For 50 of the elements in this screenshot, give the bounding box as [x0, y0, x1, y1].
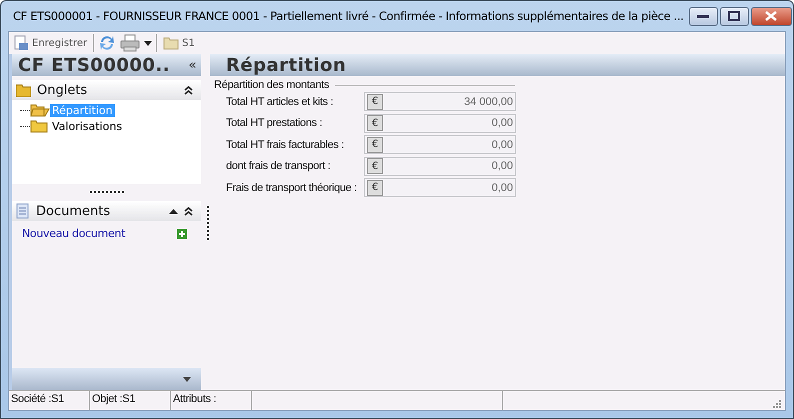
field-label: Total HT prestations : [226, 117, 324, 130]
field-label: Frais de transport théorique : [226, 182, 358, 194]
double-chevron-icon [184, 206, 193, 216]
maximize-button[interactable] [720, 6, 749, 26]
amount-field[interactable]: € 0,00 [364, 156, 516, 176]
section-header[interactable]: Documents [12, 201, 201, 221]
currency-icon: € [367, 94, 383, 110]
add-icon[interactable] [177, 228, 187, 238]
window-title: CF ETS000001 - FOURNISSEUR FRANCE 0001 - Partiellement livré - Confirmée - Informations supplémentaires de la pièce ... [13, 9, 684, 23]
group-title: Répartition des montants [214, 79, 330, 91]
field-label: dont frais de transport : [226, 160, 332, 172]
folder-button[interactable]: S1 [161, 36, 197, 50]
amount-field[interactable]: € 0,00 [364, 178, 516, 198]
resize-grip-icon [771, 398, 781, 408]
currency-icon: € [367, 180, 383, 196]
document-icon [13, 35, 29, 51]
minimize-button[interactable] [688, 6, 718, 26]
folder-icon [30, 103, 50, 117]
status-text: Attributs : [171, 391, 252, 410]
status-text: Objet :S1 [90, 391, 171, 410]
collapse-icon[interactable]: « [188, 58, 197, 72]
amount-field[interactable]: € 34 000,00 [364, 92, 516, 112]
chevron-up-icon [169, 208, 178, 214]
amount-field[interactable]: € 0,00 [364, 114, 516, 133]
maximize-icon [728, 11, 740, 21]
folder-icon [30, 119, 50, 133]
dropdown-caret-icon [183, 376, 191, 382]
document-icon [16, 203, 30, 219]
record-header: CF ETS00000.. « [12, 54, 201, 76]
close-button[interactable] [750, 6, 792, 26]
section-title: Documents [36, 204, 112, 218]
tree-item[interactable]: Valorisations [50, 120, 124, 132]
currency-icon: € [367, 158, 383, 174]
new-document-link[interactable]: Nouveau document [22, 227, 126, 240]
page-header: Répartition [210, 54, 785, 76]
save-button[interactable]: Enregistrer [11, 35, 90, 51]
close-icon [764, 11, 778, 21]
minimize-icon [697, 13, 710, 19]
section-header[interactable]: Onglets [12, 80, 201, 100]
field-label: Total HT articles et kits : [226, 96, 334, 108]
amount-field[interactable]: € 0,00 [364, 135, 516, 154]
status-text: Société :S1 [9, 391, 90, 410]
dropdown-caret-icon[interactable] [144, 40, 152, 46]
folder-icon [16, 84, 31, 96]
section-title: Onglets [37, 82, 88, 98]
currency-icon: € [367, 115, 383, 132]
currency-icon: € [367, 136, 383, 153]
refresh-icon[interactable] [98, 34, 116, 52]
field-label: Total HT frais facturables : [226, 138, 345, 151]
folder-icon [163, 36, 180, 50]
